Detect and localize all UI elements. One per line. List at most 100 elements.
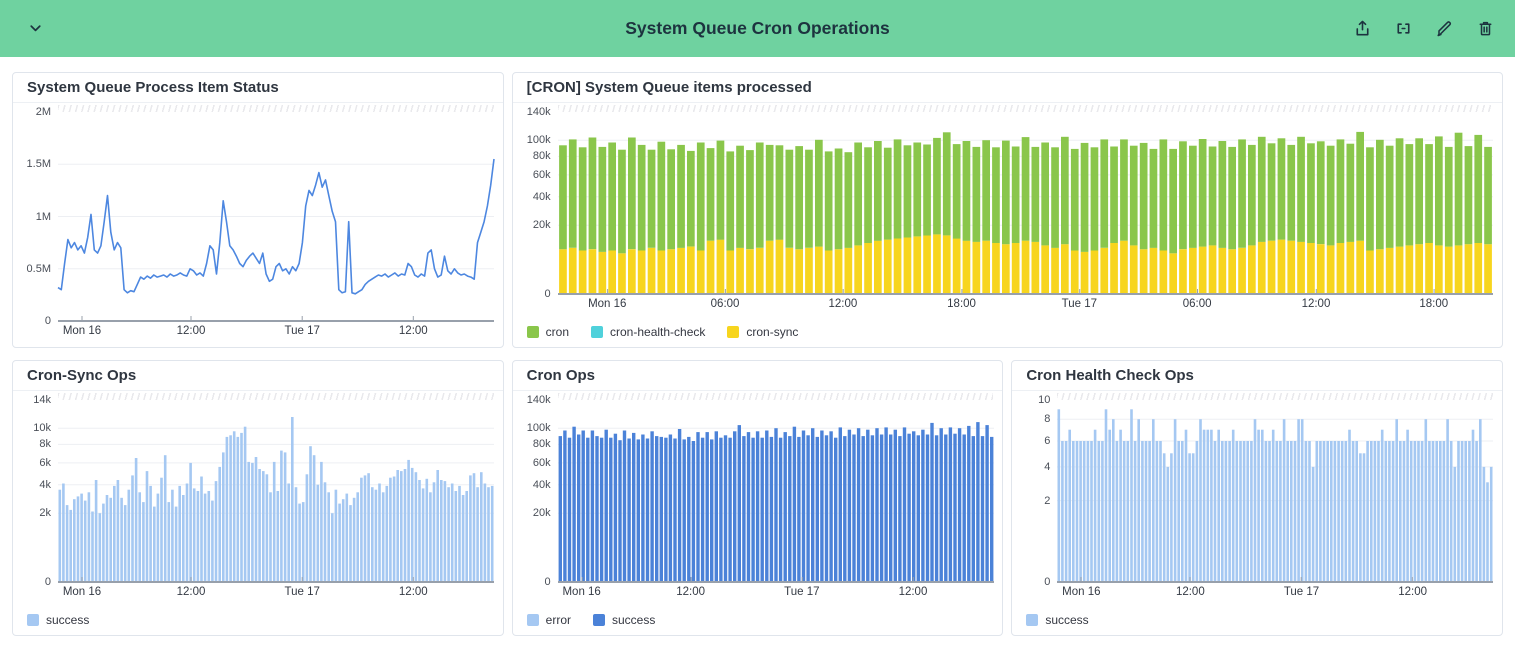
bar [1130, 146, 1138, 246]
bar [218, 467, 221, 582]
panel-title: Cron-Sync Ops [13, 361, 503, 391]
legend-item-success[interactable]: success [593, 613, 655, 627]
y-axis-label: 2M [13, 106, 51, 118]
bar [418, 480, 421, 582]
bar [637, 251, 645, 295]
delete-icon[interactable] [1476, 19, 1495, 38]
bar [106, 495, 109, 582]
bar [1021, 137, 1029, 241]
bar [687, 151, 695, 247]
bar [756, 431, 759, 582]
bar [1207, 430, 1210, 582]
bar [608, 143, 616, 251]
bar [1248, 245, 1256, 294]
x-axis-label: 18:00 [930, 298, 994, 310]
bar [393, 477, 396, 583]
bar [1051, 248, 1059, 294]
bar [1407, 430, 1410, 582]
legend-item-cron[interactable]: cron [527, 325, 569, 339]
bar [1169, 149, 1177, 253]
bar [1145, 441, 1148, 582]
bar [1272, 430, 1275, 582]
bar [1301, 419, 1304, 582]
legend-item-success[interactable]: success [1026, 613, 1088, 627]
bar [1061, 244, 1069, 294]
replace-panel-icon[interactable] [1394, 19, 1413, 38]
bar [1425, 243, 1433, 294]
bar [982, 140, 990, 241]
bar [618, 253, 626, 294]
x-axis-label: 12:00 [159, 586, 223, 598]
y-axis-label: 100k [513, 422, 551, 434]
bar [1443, 441, 1446, 582]
legend-item-cron-sync[interactable]: cron-sync [727, 325, 798, 339]
y-axis-label: 1M [13, 211, 51, 223]
bar [1366, 251, 1374, 295]
legend-label: cron-health-check [610, 325, 705, 339]
bar [1287, 145, 1295, 241]
bar [1141, 441, 1144, 582]
bar [1356, 441, 1359, 582]
legend: cron cron-health-check cron-sync [513, 320, 1502, 347]
dashboard-header: System Queue Cron Operations [0, 0, 1515, 57]
bar [578, 147, 586, 250]
bar [923, 145, 931, 236]
bar [1290, 441, 1293, 582]
x-axis-label: 12:00 [811, 298, 875, 310]
y-axis-label: 140k [513, 106, 551, 118]
bar [458, 486, 461, 582]
bar [1041, 245, 1049, 294]
bar [1236, 441, 1239, 582]
bar [1317, 244, 1325, 294]
bar [1435, 136, 1443, 245]
edit-icon[interactable] [1435, 19, 1454, 38]
y-axis-label: 20k [513, 219, 551, 231]
bar [723, 435, 726, 582]
x-axis-label: Tue 17 [270, 325, 334, 337]
bar [324, 482, 327, 582]
bar [1087, 441, 1090, 582]
bar [244, 427, 247, 582]
bar [857, 428, 860, 582]
bar [1229, 441, 1232, 582]
bar [1307, 143, 1315, 243]
legend-item-success[interactable]: success [27, 613, 89, 627]
bar [1200, 419, 1203, 582]
bar [578, 251, 586, 295]
y-axis-label: 6 [1012, 435, 1050, 447]
bar [948, 427, 951, 582]
chevron-down-icon[interactable] [26, 19, 45, 38]
y-axis-label: 4k [13, 479, 51, 491]
bar [706, 241, 714, 294]
bar [73, 499, 76, 582]
bar [1346, 242, 1354, 294]
y-axis-label: 6k [13, 457, 51, 469]
bar [655, 436, 658, 582]
panel-title: [CRON] System Queue items processed [513, 73, 1502, 103]
bar [1185, 430, 1188, 582]
bar [1445, 147, 1453, 247]
bar [1307, 243, 1315, 294]
share-icon[interactable] [1353, 19, 1372, 38]
legend-item-cron-health-check[interactable]: cron-health-check [591, 325, 705, 339]
legend-item-error[interactable]: error [527, 613, 571, 627]
y-axis-label: 80k [513, 438, 551, 450]
bar [864, 243, 872, 294]
bar [1189, 453, 1192, 582]
bar [962, 435, 965, 583]
bar [779, 438, 782, 582]
process-item-status-plot [13, 103, 503, 347]
y-axis-label: 14k [13, 394, 51, 406]
bar [1297, 242, 1305, 294]
bar [77, 496, 80, 582]
bar [1072, 441, 1075, 582]
bar [939, 428, 942, 582]
bar [149, 486, 152, 582]
bar [980, 436, 983, 582]
bar [733, 431, 736, 582]
bar [834, 149, 842, 250]
chart-items-processed: 140k100k80k60k40k20k0Mon 1606:0012:0018:… [513, 103, 1502, 320]
bar [1110, 243, 1118, 294]
bar [1240, 441, 1243, 582]
line-series [58, 159, 494, 294]
